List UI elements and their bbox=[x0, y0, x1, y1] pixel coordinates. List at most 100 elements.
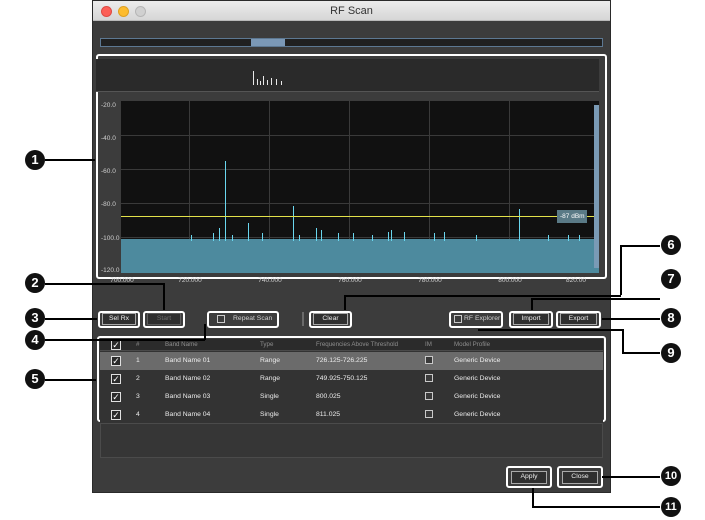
spectrum-peak bbox=[212, 233, 214, 241]
model-profile: Generic Device bbox=[454, 393, 501, 400]
x-tick-label: 720.000 bbox=[178, 277, 202, 284]
spectrum-peak bbox=[388, 231, 390, 241]
window-title: RF Scan bbox=[330, 5, 373, 17]
table-header: ✓ # Band Name Type Frequencies Above Thr… bbox=[100, 339, 603, 351]
clear-button[interactable]: Clear bbox=[313, 313, 348, 325]
column-header[interactable]: Band Name bbox=[165, 341, 198, 348]
model-profile: Generic Device bbox=[454, 411, 501, 418]
callout-line bbox=[45, 339, 205, 341]
spectrum-peak bbox=[248, 223, 250, 241]
callout-badge: 4 bbox=[25, 330, 45, 350]
spectrum-peak bbox=[433, 233, 435, 241]
column-header[interactable]: # bbox=[136, 341, 139, 348]
rf-scan-window: RF Scan -20.0 -40.0 -60.0 -80.0 -100.0 -… bbox=[92, 0, 611, 493]
im-checkbox[interactable] bbox=[425, 410, 433, 418]
import-button[interactable]: Import bbox=[513, 313, 549, 325]
band-name: Band Name 01 bbox=[165, 357, 211, 364]
grid-line bbox=[121, 203, 599, 204]
threshold-line[interactable] bbox=[121, 216, 599, 218]
callout-line bbox=[204, 324, 206, 340]
column-header[interactable]: Type bbox=[260, 341, 273, 348]
callout-line bbox=[45, 318, 97, 320]
select-all-checkbox[interactable]: ✓ bbox=[111, 340, 121, 350]
band-frequencies: 800.025 bbox=[316, 393, 341, 400]
callout-line bbox=[620, 245, 660, 247]
screenshot: RF Scan -20.0 -40.0 -60.0 -80.0 -100.0 -… bbox=[0, 0, 705, 520]
callout-badge: 6 bbox=[661, 235, 681, 255]
callout-line bbox=[531, 298, 533, 310]
band-name: Band Name 04 bbox=[165, 411, 211, 418]
apply-button[interactable]: Apply bbox=[511, 471, 547, 484]
x-tick-label: 760.000 bbox=[338, 277, 362, 284]
band-type: Range bbox=[260, 357, 281, 364]
band-table[interactable]: ✓ # Band Name Type Frequencies Above Thr… bbox=[100, 339, 603, 423]
spectrum-peak bbox=[476, 235, 478, 241]
callout-line bbox=[622, 352, 660, 354]
im-checkbox[interactable] bbox=[425, 374, 433, 382]
im-checkbox[interactable] bbox=[425, 392, 433, 400]
im-checkbox[interactable] bbox=[425, 356, 433, 364]
spectrum-peak bbox=[231, 235, 233, 241]
x-tick-label: 740.000 bbox=[258, 277, 282, 284]
grid-line bbox=[121, 169, 599, 170]
overview-bar bbox=[257, 79, 258, 85]
table-row[interactable]: ✓ 1 Band Name 01 Range 726.125-726.225 G… bbox=[100, 352, 603, 370]
zoom-thumb[interactable] bbox=[251, 39, 285, 46]
rf-explorer-checkbox[interactable] bbox=[454, 315, 462, 323]
table-row[interactable]: ✓ 3 Band Name 03 Single 800.025 Generic … bbox=[100, 388, 603, 406]
spectrum-peak bbox=[371, 235, 373, 241]
callout-badge: 2 bbox=[25, 273, 45, 293]
spectrum-plot[interactable]: -87 dBm bbox=[121, 101, 599, 273]
start-button[interactable]: Start bbox=[147, 313, 181, 325]
row-number: 1 bbox=[136, 357, 140, 364]
callout-badge: 5 bbox=[25, 369, 45, 389]
callout-line bbox=[344, 295, 346, 310]
band-frequencies: 749.925-750.125 bbox=[316, 375, 368, 382]
callout-line bbox=[45, 283, 164, 285]
spectrum-peak bbox=[218, 228, 220, 241]
band-name: Band Name 02 bbox=[165, 375, 211, 382]
spectrum-peak bbox=[404, 231, 406, 241]
spectrum-peak bbox=[579, 235, 581, 241]
column-header[interactable]: Model Profile bbox=[454, 341, 490, 348]
callout-line bbox=[620, 245, 622, 295]
spectrum-zoom-strip[interactable] bbox=[100, 38, 603, 47]
plot-vertical-scrollbar[interactable] bbox=[594, 105, 599, 268]
repeat-scan-checkbox[interactable] bbox=[217, 315, 225, 323]
empty-table-area bbox=[100, 423, 603, 458]
callout-line bbox=[45, 159, 95, 161]
row-number: 2 bbox=[136, 375, 140, 382]
sel-rx-button[interactable]: Sel Rx bbox=[102, 313, 136, 325]
repeat-scan-label: Repeat Scan bbox=[233, 315, 273, 322]
band-type: Single bbox=[260, 411, 279, 418]
band-frequencies: 811.025 bbox=[316, 411, 341, 418]
row-checkbox[interactable]: ✓ bbox=[111, 356, 121, 366]
x-tick-label: 800.000 bbox=[498, 277, 522, 284]
spectrum-peak bbox=[320, 230, 322, 241]
row-checkbox[interactable]: ✓ bbox=[111, 374, 121, 384]
callout-line bbox=[622, 329, 624, 353]
callout-line bbox=[532, 488, 534, 506]
row-checkbox[interactable]: ✓ bbox=[111, 410, 121, 420]
callout-line bbox=[602, 476, 660, 478]
spectrum-peak bbox=[390, 230, 392, 241]
spectrum-peak bbox=[353, 233, 355, 241]
title-bar: RF Scan bbox=[93, 1, 610, 21]
export-button[interactable]: Export bbox=[560, 313, 597, 325]
row-checkbox[interactable]: ✓ bbox=[111, 392, 121, 402]
table-row[interactable]: ✓ 4 Band Name 04 Single 811.025 Generic … bbox=[100, 406, 603, 424]
column-header[interactable]: Frequencies Above Threshold bbox=[316, 341, 398, 348]
threshold-value: -87 bbox=[560, 213, 570, 221]
grid-line bbox=[121, 135, 599, 136]
spectrum-peak bbox=[262, 233, 263, 241]
column-header[interactable]: IM bbox=[425, 341, 432, 348]
table-row[interactable]: ✓ 2 Band Name 02 Range 749.925-750.125 G… bbox=[100, 370, 603, 388]
callout-badge: 10 bbox=[661, 466, 681, 486]
rf-explorer-label: RF Explorer bbox=[464, 315, 501, 322]
overview-bar bbox=[263, 76, 264, 85]
row-number: 4 bbox=[136, 411, 140, 418]
row-number: 3 bbox=[136, 393, 140, 400]
band-type: Single bbox=[260, 393, 279, 400]
close-button[interactable]: Close bbox=[562, 471, 598, 484]
spectrum-peak bbox=[316, 228, 318, 241]
